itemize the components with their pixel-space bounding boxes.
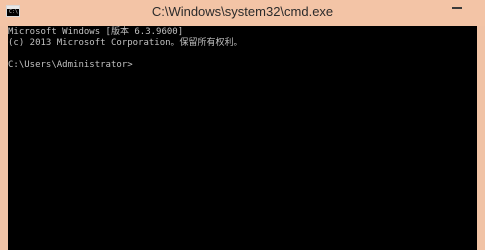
minimize-icon[interactable]: [452, 7, 462, 9]
prompt-text: C:\Users\Administrator>: [8, 60, 133, 70]
console-line-prompt: C:\Users\Administrator>: [8, 60, 133, 71]
title-bar[interactable]: C:\ C:\Windows\system32\cmd.exe: [0, 0, 485, 26]
console-line-copyright: (c) 2013 Microsoft Corporation。保留所有权利。: [8, 38, 243, 48]
cmd-window: C:\ C:\Windows\system32\cmd.exe Microsof…: [0, 0, 485, 250]
console-output[interactable]: Microsoft Windows [版本 6.3.9600] (c) 2013…: [8, 26, 477, 250]
window-title: C:\Windows\system32\cmd.exe: [151, 4, 334, 19]
console-line-version: Microsoft Windows [版本 6.3.9600]: [8, 27, 184, 37]
